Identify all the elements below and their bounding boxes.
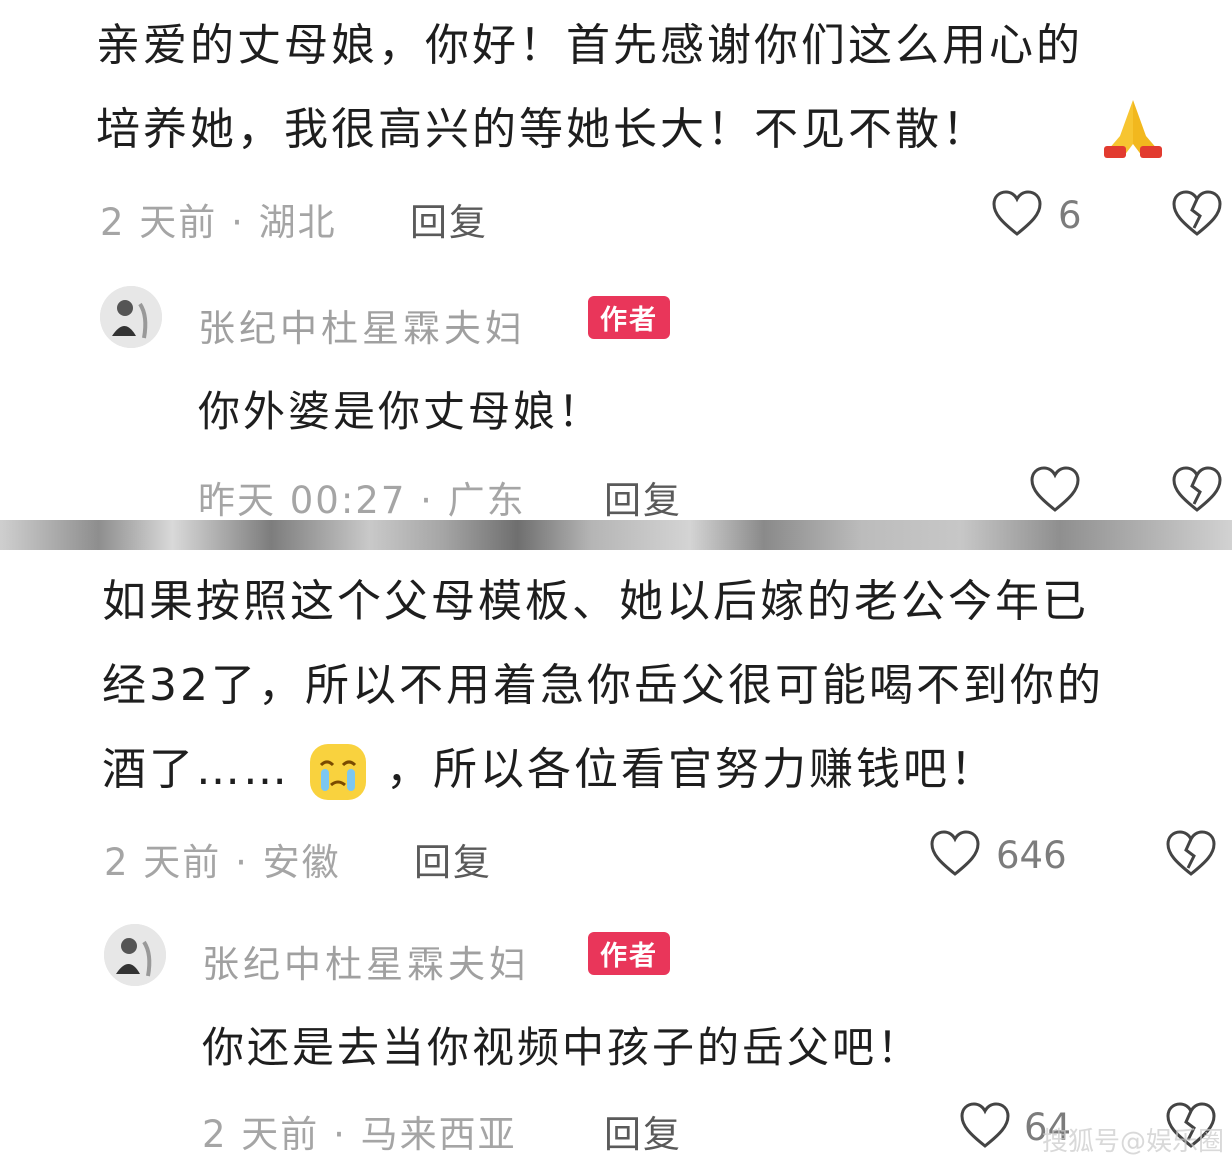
comment-2-line-3-end: ，所以各位看官努力赚钱吧！: [386, 744, 997, 795]
heart-outline-icon: [992, 190, 1042, 236]
author-badge-2: 作者: [588, 932, 670, 975]
screenshot-seam-divider: [0, 520, 1232, 550]
comment-2-line-3: 酒了…… ，所以各位看官努力赚钱吧！: [102, 728, 997, 812]
comment-2-line-1: 如果按照这个父母模板、她以后嫁的老公今年已: [102, 576, 1089, 627]
watermark: 搜狐号@娱乐圈: [1041, 1127, 1224, 1157]
comment-1-line-2: 培养她，我很高兴的等她长大！不见不散！: [96, 88, 989, 172]
author-reply-2-reply-button[interactable]: 回复: [604, 1104, 682, 1158]
author-name-2[interactable]: 张纪中杜星霖夫妇: [202, 934, 530, 988]
author-reply-1-meta: 昨天 00:27 · 广东: [198, 479, 526, 522]
folded-hands-emoji-icon: [1100, 96, 1166, 162]
comment-1-dislike-button[interactable]: [1170, 188, 1226, 242]
author-badge-1: 作者: [588, 296, 670, 339]
author-reply-2-text: 你还是去当你视频中孩子的岳父吧！: [202, 1023, 923, 1072]
author-reply-1-like-button[interactable]: [1028, 464, 1086, 518]
author-reply-1-dislike-button[interactable]: [1170, 464, 1226, 518]
comment-1-like-button[interactable]: [990, 188, 1050, 242]
broken-heart-icon: [1172, 466, 1222, 512]
comment-1-line-1: 亲爱的丈母娘，你好！首先感谢你们这么用心的: [96, 20, 1083, 71]
comment-1-reply-button[interactable]: 回复: [410, 192, 488, 246]
heart-outline-icon: [960, 1102, 1010, 1148]
comment-2-reply-button[interactable]: 回复: [414, 832, 492, 886]
crying-face-emoji-icon: [307, 741, 369, 803]
author-reply-1-text: 你外婆是你丈母娘！: [198, 387, 604, 436]
broken-heart-icon: [1166, 830, 1216, 876]
comment-2-like-count: 646: [996, 834, 1067, 877]
author-reply-1-reply-button[interactable]: 回复: [604, 470, 682, 524]
comment-1-like-count: 6: [1058, 194, 1082, 237]
author-reply-2-meta: 2 天前 · 马来西亚: [202, 1113, 517, 1156]
author-name-1[interactable]: 张纪中杜星霖夫妇: [198, 298, 526, 352]
comment-1-meta: 2 天前 · 湖北: [100, 201, 337, 244]
comment-2-line-3-start: 酒了……: [102, 744, 290, 795]
comment-1-line-2-text: 培养她，我很高兴的等她长大！不见不散！: [96, 104, 989, 155]
heart-outline-icon: [1030, 466, 1080, 512]
heart-outline-icon: [930, 830, 980, 876]
broken-heart-icon: [1172, 190, 1222, 236]
comment-2-meta: 2 天前 · 安徽: [104, 841, 341, 884]
author-reply-2-like-button[interactable]: [958, 1100, 1016, 1154]
comment-2-line-2: 经32了，所以不用着急你岳父很可能喝不到你的: [102, 660, 1104, 711]
comment-2-like-button[interactable]: [928, 828, 986, 882]
author-avatar-2[interactable]: [104, 924, 166, 986]
comment-2-dislike-button[interactable]: [1164, 828, 1220, 882]
author-avatar-1[interactable]: [100, 286, 162, 348]
